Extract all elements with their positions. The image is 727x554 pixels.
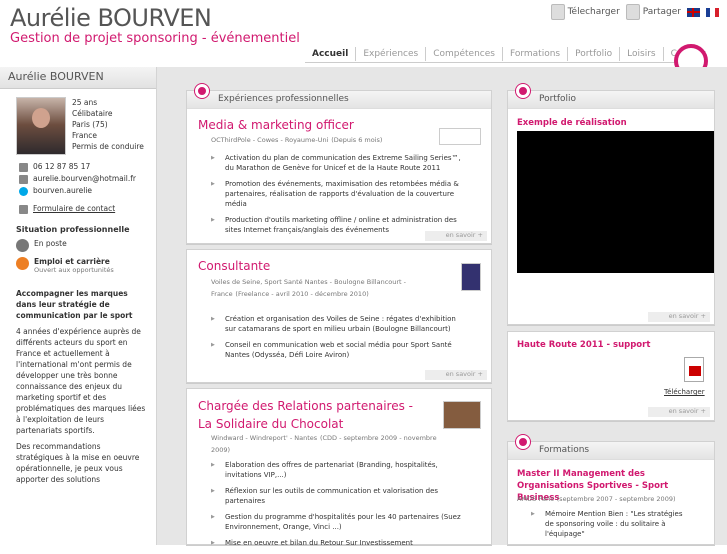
profile-status: Célibataire bbox=[72, 109, 113, 118]
profile-city: Paris (75) bbox=[72, 120, 108, 129]
learn-more-link[interactable]: en savoir + bbox=[425, 370, 487, 380]
tab-loisirs[interactable]: Loisirs bbox=[619, 47, 662, 61]
profile-sidebar: Aurélie BOURVEN 25 ans Célibataire Paris… bbox=[0, 67, 157, 545]
sidebar-pitch: Accompagner les marques dans leur straté… bbox=[0, 274, 156, 485]
contact-list: 06 12 87 85 17 aurelie.bourven@hotmail.f… bbox=[0, 155, 156, 215]
list-item: Elaboration des offres de partenariat (B… bbox=[211, 460, 465, 480]
skype-contact[interactable]: bourven.aurelie bbox=[19, 185, 156, 197]
learn-more-link[interactable]: en savoir + bbox=[425, 231, 487, 241]
share-icon bbox=[625, 4, 640, 20]
experience-card-1: Expériences professionnelles Media & mar… bbox=[186, 84, 492, 244]
profile-details: 25 ans Célibataire Paris (75) France Per… bbox=[72, 97, 144, 155]
tab-formations[interactable]: Formations bbox=[501, 47, 567, 61]
learn-more-link[interactable]: en savoir + bbox=[648, 407, 710, 417]
list-item: Activation du plan de communication des … bbox=[211, 153, 465, 173]
experience-card-2: Consultante Voiles de Seine, Sport Santé… bbox=[186, 249, 492, 383]
site-title: Aurélie BOURVEN bbox=[10, 4, 212, 32]
pdf-icon[interactable] bbox=[684, 357, 704, 382]
french-flag-icon[interactable] bbox=[706, 7, 719, 17]
header-tools: Télecharger Partager bbox=[550, 4, 719, 20]
job-title[interactable]: Media & marketing officer bbox=[198, 118, 354, 132]
experience-card-3: Chargée des Relations partenaires - La S… bbox=[186, 388, 492, 548]
download-button[interactable]: Télecharger bbox=[550, 4, 620, 20]
site-header: Aurélie BOURVEN Gestion de projet sponso… bbox=[0, 0, 727, 78]
download-link[interactable]: Télécharger bbox=[664, 388, 705, 396]
job-title[interactable]: Chargée des Relations partenaires - La S… bbox=[198, 397, 428, 433]
pitch-paragraph: 4 années d'expérience auprès de différen… bbox=[16, 327, 146, 435]
english-flag-icon[interactable] bbox=[687, 7, 700, 17]
tab-experiences[interactable]: Expériences bbox=[355, 47, 425, 61]
training-card: Formations Master II Management des Orga… bbox=[507, 435, 715, 545]
list-item: Conseil en communication web et social m… bbox=[211, 340, 465, 360]
pitch-paragraph-continued: Des recommandations stratégiques à la mi… bbox=[16, 442, 140, 484]
section-dot-icon bbox=[516, 435, 530, 449]
pitch-title: Accompagner les marques dans leur straté… bbox=[16, 289, 133, 320]
experience-header: Expériences professionnelles bbox=[187, 84, 491, 109]
current-position: En poste bbox=[0, 234, 156, 252]
skype-icon bbox=[19, 186, 28, 196]
profile-card: 25 ans Célibataire Paris (75) France Per… bbox=[0, 89, 156, 155]
career-status: Emploi et carrière Ouvert aux opportunité… bbox=[0, 252, 156, 274]
job-title[interactable]: Consultante bbox=[198, 259, 270, 273]
person-icon bbox=[16, 239, 29, 252]
portfolio-card: Portfolio Exemple de réalisation en savo… bbox=[507, 84, 715, 325]
job-tasks: Elaboration des offres de partenariat (B… bbox=[211, 460, 465, 554]
sidebar-title: Aurélie BOURVEN bbox=[0, 67, 156, 89]
email-contact[interactable]: aurelie.bourven@hotmail.fr bbox=[19, 173, 156, 185]
company-logo bbox=[443, 401, 481, 429]
company-logo bbox=[461, 263, 481, 291]
site-subtitle: Gestion de projet sponsoring - événement… bbox=[10, 31, 300, 46]
portfolio-video[interactable] bbox=[517, 131, 714, 273]
list-item: Mise en oeuvre et bilan du Retour Sur In… bbox=[211, 538, 465, 548]
portfolio-item-title[interactable]: Exemple de réalisation bbox=[517, 118, 627, 128]
section-dot-icon bbox=[195, 84, 209, 98]
email-icon bbox=[19, 174, 28, 184]
company-logo bbox=[439, 128, 481, 145]
job-company: Voiles de Seine, Sport Santé Nantes - Bo… bbox=[211, 278, 407, 298]
tab-competences[interactable]: Compétences bbox=[425, 47, 502, 61]
training-header: Formations bbox=[508, 435, 714, 460]
learn-more-link[interactable]: en savoir + bbox=[648, 312, 710, 322]
job-company: Windward - Windreport' - Nantes (CDD - s… bbox=[211, 434, 437, 454]
navigation-divider bbox=[305, 62, 675, 63]
list-item: Promotion des événements, maximisation d… bbox=[211, 179, 465, 209]
list-item: Réflexion sur les outils de communicatio… bbox=[211, 486, 465, 506]
main-navigation: Accueil Expériences Compétences Formatio… bbox=[305, 47, 713, 61]
form-icon bbox=[19, 204, 28, 214]
school-info: AMOS Paris (septembre 2007 - septembre 2… bbox=[517, 495, 676, 503]
list-item: Mémoire Mention Bien : "Les stratégies d… bbox=[531, 509, 691, 539]
profile-age: 25 ans bbox=[72, 98, 98, 107]
career-icon bbox=[16, 257, 29, 270]
tab-accueil[interactable]: Accueil bbox=[305, 47, 355, 61]
phone-contact[interactable]: 06 12 87 85 17 bbox=[19, 161, 156, 173]
share-button[interactable]: Partager bbox=[625, 4, 681, 20]
profile-photo bbox=[16, 97, 66, 155]
portfolio-header: Portfolio bbox=[508, 84, 714, 109]
tab-portfolio[interactable]: Portfolio bbox=[567, 47, 619, 61]
profile-license: Permis de conduire bbox=[72, 142, 144, 151]
contact-form-link[interactable]: Formulaire de contact bbox=[19, 203, 156, 215]
job-company: OCThirdPole - Cowes - Royaume-Uni (Depui… bbox=[211, 136, 383, 144]
training-notes: Mémoire Mention Bien : "Les stratégies d… bbox=[531, 509, 691, 545]
job-tasks: Création et organisation des Voiles de S… bbox=[211, 314, 465, 366]
profile-country: France bbox=[72, 131, 97, 140]
portfolio-download-card: Haute Route 2011 - support Télécharger e… bbox=[507, 331, 715, 421]
list-item: Gestion du programme d'hospitalités pour… bbox=[211, 512, 465, 532]
phone-icon bbox=[19, 162, 28, 172]
situation-heading: Situation professionnelle bbox=[16, 225, 130, 234]
job-tasks: Activation du plan de communication des … bbox=[211, 153, 465, 241]
download-icon bbox=[550, 4, 565, 20]
portfolio-item-title[interactable]: Haute Route 2011 - support bbox=[517, 340, 650, 350]
list-item: Création et organisation des Voiles de S… bbox=[211, 314, 465, 334]
section-dot-icon bbox=[516, 84, 530, 98]
